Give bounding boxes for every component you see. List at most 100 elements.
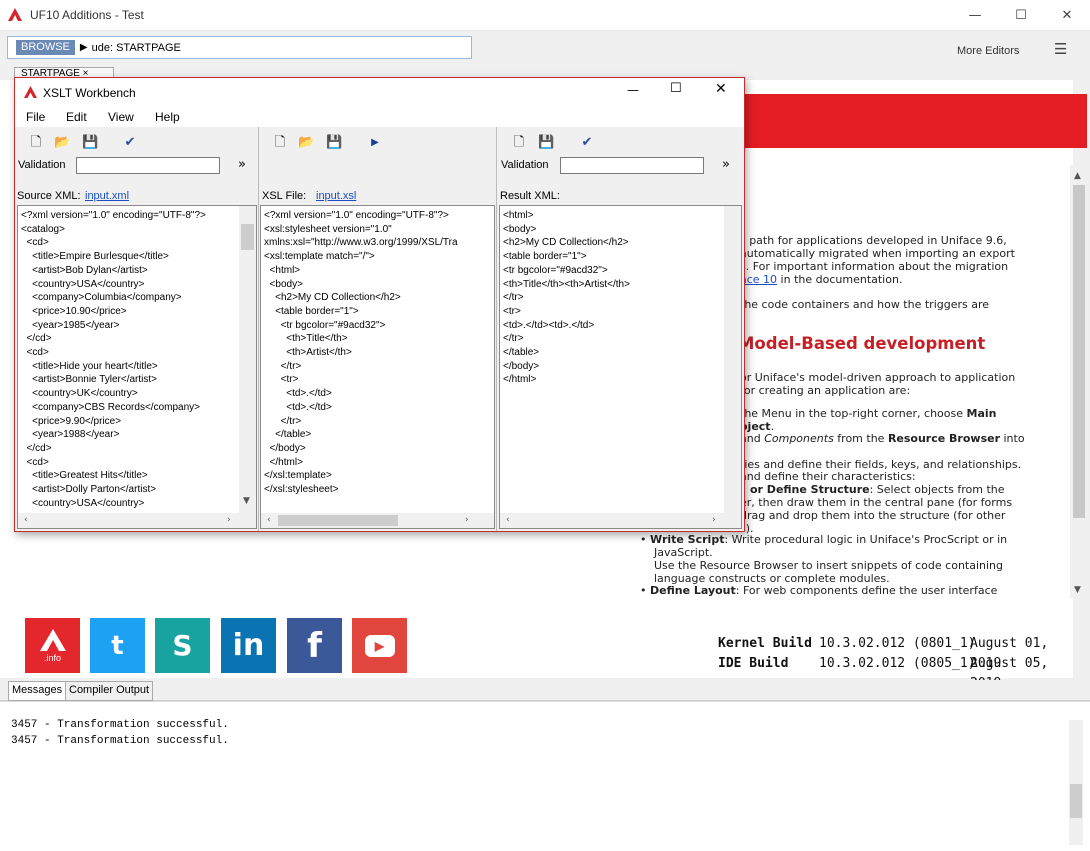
- slideshare-icon[interactable]: S: [155, 618, 210, 673]
- build-info: Kernel Build 10.3.02.012 (0801_1) August…: [718, 634, 1078, 691]
- doc-line: for creating an application are:: [740, 384, 911, 397]
- scroll-right-icon[interactable]: ›: [227, 515, 231, 525]
- save-icon[interactable]: 💾: [82, 135, 98, 151]
- validation-label: Validation: [501, 159, 549, 171]
- save-icon[interactable]: 💾: [538, 135, 554, 151]
- menu-view[interactable]: View: [108, 110, 134, 124]
- xsl-content: <?xml version="1.0" encoding="UTF-8"?> <…: [264, 210, 458, 496]
- uniface-info-link[interactable]: .info: [25, 618, 80, 673]
- open-folder-icon[interactable]: 📂: [298, 135, 314, 151]
- uniface-10-link[interactable]: ace 10: [740, 273, 777, 286]
- source-xml-editor[interactable]: <?xml version="1.0" encoding="UTF-8"?> <…: [17, 205, 257, 529]
- xsl-editor[interactable]: <?xml version="1.0" encoding="UTF-8"?> <…: [260, 205, 495, 529]
- youtube-play-icon: ▶: [364, 634, 395, 657]
- facebook-icon[interactable]: f: [287, 618, 342, 673]
- doc-bold: or Define Structure: [750, 483, 870, 496]
- uniface-logo-icon: [24, 86, 37, 98]
- address-bar[interactable]: BROWSE ▶ ude: STARTPAGE: [7, 36, 472, 59]
- message-line: 3457 - Transformation successful.: [11, 719, 229, 731]
- result-xml-editor[interactable]: <html> <body> <h2>My CD Collection</h2> …: [499, 205, 742, 529]
- xsl-file-link[interactable]: input.xsl: [316, 190, 356, 202]
- doc-bold: Resource Browser: [887, 432, 1000, 445]
- result-hscrollbar[interactable]: [500, 513, 741, 528]
- validate-icon[interactable]: ✔: [122, 135, 138, 151]
- menu-edit[interactable]: Edit: [66, 110, 87, 124]
- more-editors-button[interactable]: More Editors: [957, 45, 1019, 57]
- scroll-up-icon[interactable]: ▲: [1074, 171, 1081, 181]
- doc-line: or Uniface's model-driven approach to ap…: [740, 371, 1016, 384]
- doc-bold: Define Layout: [650, 584, 736, 597]
- source-xml-label: Source XML:: [17, 190, 81, 202]
- save-icon[interactable]: 💾: [326, 135, 342, 151]
- xsl-hscroll-thumb[interactable]: [278, 515, 398, 526]
- doc-line: JavaScript.: [654, 546, 713, 559]
- main-titlebar: UF10 Additions - Test — ☐ ✕: [0, 0, 1090, 31]
- scroll-down-icon[interactable]: ▼: [1074, 585, 1081, 595]
- dialog-maximize-button[interactable]: ☐: [670, 81, 682, 96]
- doc-line: Use the Resource Browser to insert snipp…: [654, 559, 1004, 572]
- new-file-icon[interactable]: 🗋: [511, 135, 527, 151]
- dialog-title: XSLT Workbench: [43, 86, 136, 100]
- scroll-left-icon[interactable]: ‹: [267, 515, 271, 525]
- scroll-down-icon[interactable]: ▼: [243, 496, 250, 506]
- info-label: .info: [43, 652, 61, 663]
- source-vscrollbar[interactable]: [239, 206, 256, 513]
- source-xml-content: <?xml version="1.0" encoding="UTF-8"?> <…: [21, 210, 206, 509]
- dialog-menubar: File Edit View Help: [15, 107, 744, 127]
- doc-bold: Main: [966, 407, 997, 420]
- messages-panel: 3457 - Transformation successful. 3457 -…: [0, 701, 1090, 851]
- ide-build-version: 10.3.02.012 (0805_1): [819, 656, 976, 671]
- source-hscrollbar[interactable]: [18, 513, 256, 528]
- bottom-panel-tabs: Messages Compiler Output: [0, 680, 1090, 701]
- run-validation-button[interactable]: »: [238, 157, 246, 172]
- maximize-button[interactable]: ☐: [998, 0, 1044, 31]
- doc-bold: Write Script: [650, 533, 725, 546]
- hamburger-menu-icon[interactable]: ☰: [1054, 40, 1067, 58]
- doc-line: and define their characteristics:: [740, 470, 916, 483]
- address-value[interactable]: ude: STARTPAGE: [92, 42, 181, 54]
- xsl-file-label: XSL File:: [262, 190, 307, 202]
- validation-input[interactable]: [76, 157, 220, 174]
- doc-line: drag and drop them into the structure (f…: [740, 509, 1006, 522]
- play-icon[interactable]: ▶: [80, 42, 88, 53]
- result-validation-input[interactable]: [560, 157, 704, 174]
- run-validation-button[interactable]: »: [722, 157, 730, 172]
- youtube-icon[interactable]: ▶: [352, 618, 407, 673]
- dialog-minimize-button[interactable]: —: [627, 83, 639, 97]
- source-scroll-thumb[interactable]: [241, 224, 254, 250]
- twitter-icon[interactable]: t: [90, 618, 145, 673]
- new-file-icon[interactable]: 🗋: [272, 135, 288, 151]
- facebook-glyph: f: [307, 625, 322, 666]
- doc-line: : Select objects from the: [869, 483, 1005, 496]
- section-heading: Model-Based development: [738, 334, 986, 353]
- close-button[interactable]: ✕: [1044, 0, 1090, 31]
- result-vscrollbar[interactable]: [724, 206, 741, 513]
- tab-compiler-output[interactable]: Compiler Output: [65, 681, 154, 701]
- run-transform-icon[interactable]: ▶: [367, 135, 383, 151]
- scroll-left-icon[interactable]: ‹: [506, 515, 510, 525]
- doc-line: into: [1000, 432, 1025, 445]
- scroll-right-icon[interactable]: ›: [712, 515, 716, 525]
- open-folder-icon[interactable]: 📂: [54, 135, 70, 151]
- scroll-left-icon[interactable]: ‹: [24, 515, 28, 525]
- start-page-scroll-thumb[interactable]: [1073, 185, 1085, 518]
- doc-line: on path for applications developed in Un…: [732, 234, 1007, 247]
- result-xml-content: <html> <body> <h2>My CD Collection</h2> …: [503, 210, 630, 386]
- menu-file[interactable]: File: [26, 110, 45, 124]
- linkedin-icon[interactable]: in: [221, 618, 276, 673]
- dialog-close-button[interactable]: ✕: [715, 81, 727, 97]
- messages-scrollbar[interactable]: [1069, 720, 1083, 845]
- browse-button[interactable]: BROWSE: [16, 40, 75, 55]
- menu-help[interactable]: Help: [155, 110, 180, 124]
- doc-italic: Components: [764, 432, 834, 445]
- minimize-button[interactable]: —: [952, 0, 998, 31]
- scroll-right-icon[interactable]: ›: [465, 515, 469, 525]
- new-file-icon[interactable]: 🗋: [28, 135, 44, 151]
- xsl-pane: 🗋 📂 💾 ▶ XSL File: input.xsl <?xml versio…: [259, 127, 497, 531]
- source-file-link[interactable]: input.xml: [85, 190, 129, 202]
- messages-scroll-thumb[interactable]: [1070, 784, 1082, 818]
- doc-line: in the documentation.: [777, 273, 903, 286]
- validate-icon[interactable]: ✔: [579, 135, 595, 151]
- xslt-workbench-dialog: XSLT Workbench — ☐ ✕ File Edit View Help…: [14, 77, 745, 532]
- tab-messages[interactable]: Messages: [8, 681, 67, 701]
